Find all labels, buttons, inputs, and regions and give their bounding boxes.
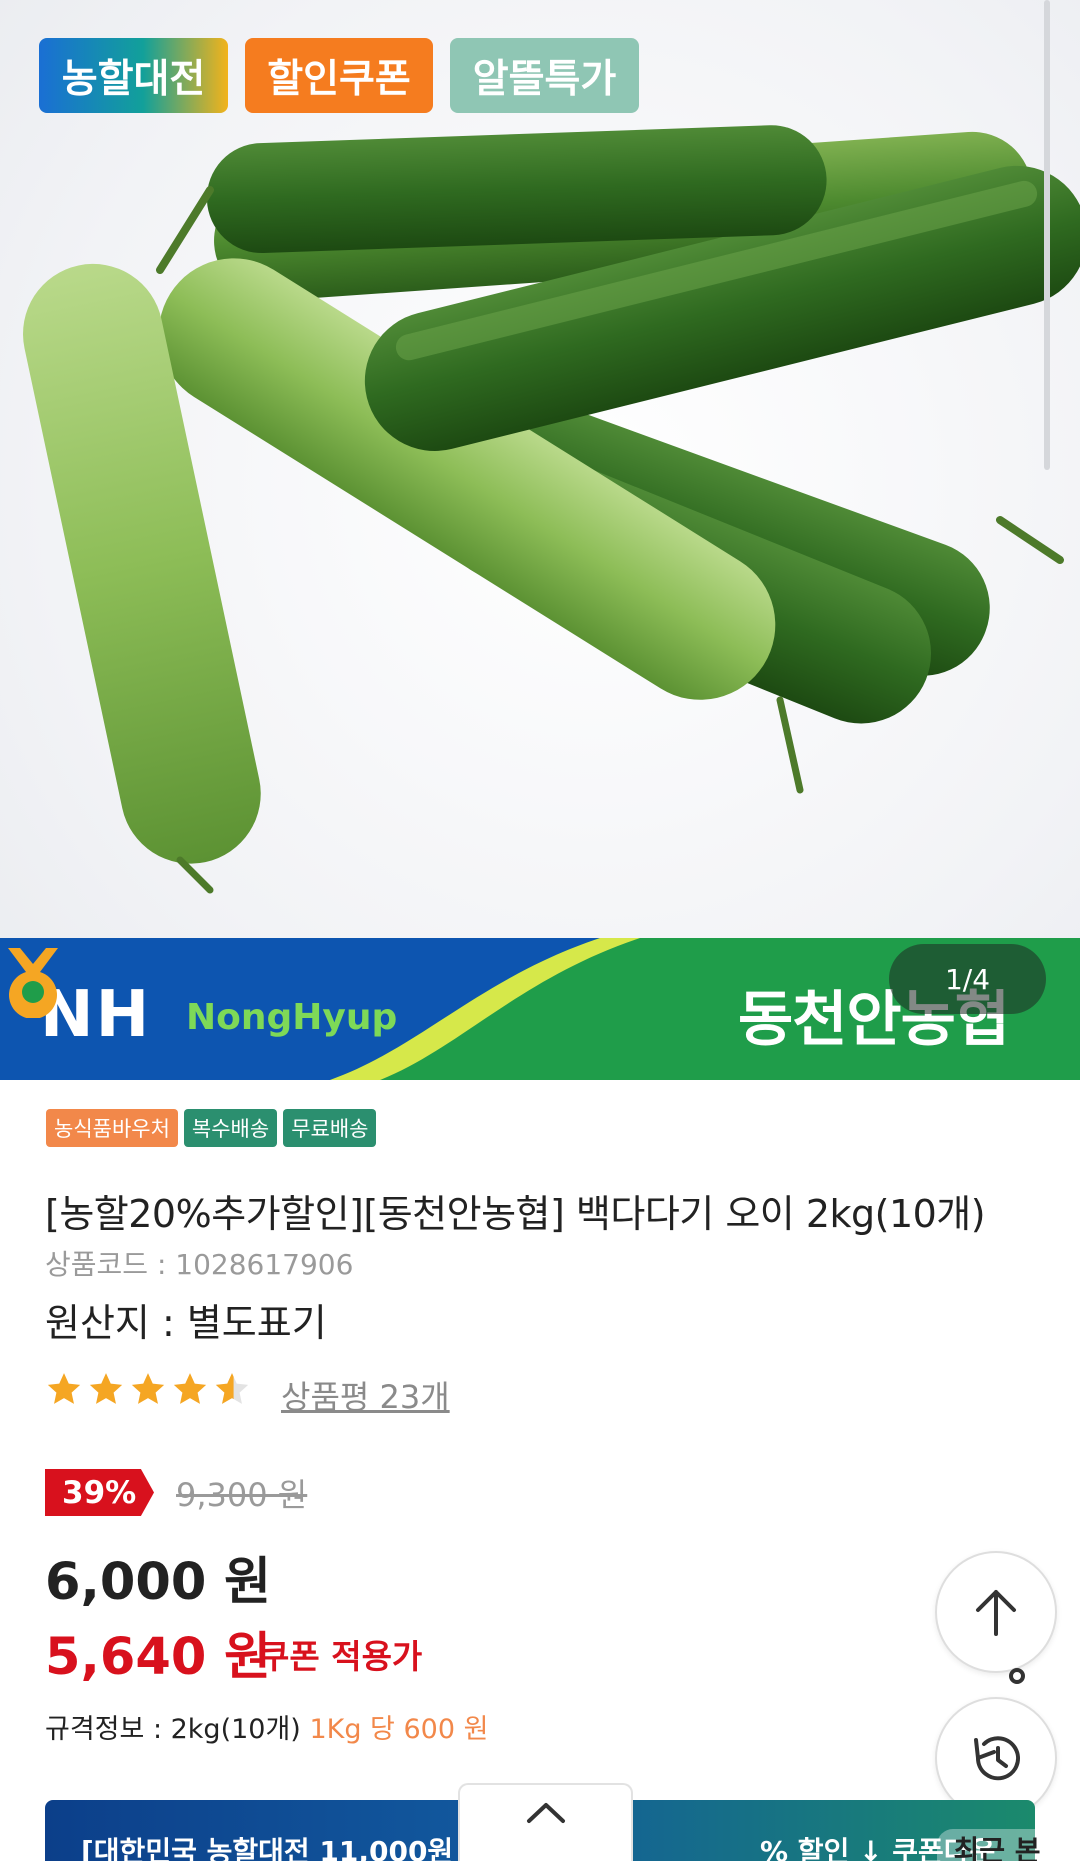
review-count-link[interactable]: 상품평 23개 [281,1372,450,1418]
notification-dot [1009,1668,1025,1684]
star-icon [89,1373,123,1404]
badge-voucher: 농식품바우처 [46,1109,178,1147]
carousel-page-indicator: 1/4 [889,944,1046,1014]
original-price: 9,300 원 [176,1476,308,1514]
arrow-up-icon [976,1590,1016,1636]
promo-tags: 농할대전 할인쿠폰 알뜰특가 [39,38,639,113]
unit-price: 1Kg 당 600 원 [309,1714,489,1745]
coupon-price: 5,640 원 [45,1628,271,1687]
product-code: 상품코드 : 1028617906 [45,1248,354,1281]
chevron-up-icon [526,1803,565,1823]
recent-viewed-label[interactable]: 최근 본 [937,1829,1057,1861]
sale-price: 6,000 원 [45,1553,271,1612]
badge-free-delivery: 무료배송 [283,1109,377,1147]
product-origin: 원산지 : 별도표기 [45,1301,327,1345]
nh-sub-logo: NongHyup [186,997,398,1038]
star-icon [173,1373,207,1404]
product-photo [23,125,1080,894]
scrollbar[interactable] [1044,0,1050,470]
discount-badge: 39% [45,1469,154,1516]
star-icon [131,1373,165,1404]
product-title: [농할20%추가할인][동천안농협] 백다다기 오이 2kg(10개) [45,1192,986,1236]
star-half-icon [215,1373,249,1404]
expand-handle[interactable] [458,1783,633,1861]
product-badges: 농식품바우처 복수배송 무료배송 [46,1109,377,1147]
history-icon [974,1736,1020,1781]
star-icon [47,1373,81,1404]
scroll-to-top-button[interactable] [935,1551,1057,1673]
product-image-carousel[interactable]: 농할대전 할인쿠폰 알뜰특가 [0,0,1080,1080]
coop-emblem-icon [8,948,58,1018]
promo-tag-special[interactable]: 알뜰특가 [450,38,639,113]
promo-tag-battle[interactable]: 농할대전 [39,38,228,113]
rating-stars [45,1370,251,1408]
promo-bar-text: [대한민국 농할대전 11,000원 [81,1835,454,1861]
promo-tag-coupon[interactable]: 할인쿠폰 [245,38,433,113]
spec-label: 규격정보 : 2kg(10개) [45,1714,301,1745]
spec-info: 규격정보 : 2kg(10개) 1Kg 당 600 원 [45,1707,488,1746]
coupon-price-label: 쿠폰 적용가 [259,1637,423,1676]
badge-multi-delivery: 복수배송 [183,1109,278,1147]
